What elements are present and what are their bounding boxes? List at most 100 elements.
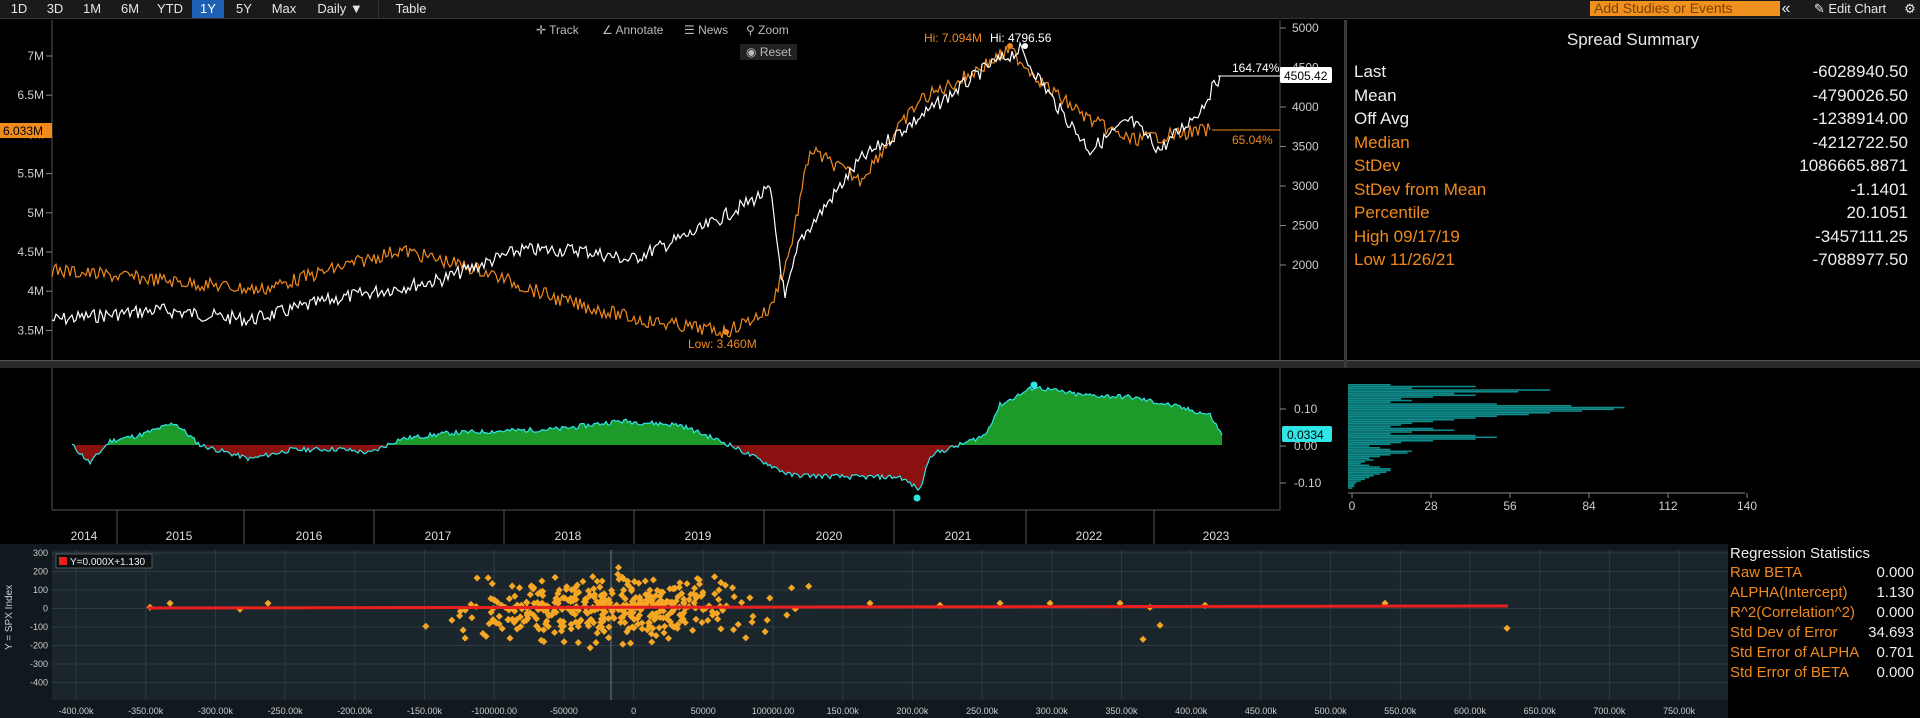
histogram-bar bbox=[1348, 426, 1391, 428]
year-label: 2019 bbox=[685, 529, 712, 543]
histogram-bar bbox=[1348, 415, 1497, 418]
period-1m-button[interactable]: 1M bbox=[74, 0, 110, 18]
histogram-bar bbox=[1348, 441, 1402, 444]
right-tick-label: 5000 bbox=[1292, 21, 1319, 35]
histogram-bar bbox=[1348, 429, 1455, 432]
scatter-plot-area bbox=[52, 550, 1728, 700]
scatter-x-tick: -100000.00 bbox=[471, 706, 517, 716]
zoom-button[interactable]: ⚲ Zoom bbox=[746, 22, 789, 38]
scatter-x-tick: 100000.00 bbox=[752, 706, 795, 716]
regression-label: Std Error of BETA bbox=[1730, 664, 1849, 681]
low-orange-label: Low: 3.460M bbox=[688, 337, 757, 351]
frequency-dropdown[interactable]: Daily ▼ bbox=[308, 0, 372, 18]
year-label: 2020 bbox=[816, 529, 843, 543]
hi-orange-marker bbox=[1007, 43, 1013, 49]
news-button[interactable]: ☰ News bbox=[684, 22, 728, 38]
summary-value: -3457111.25 bbox=[1815, 226, 1908, 246]
annotate-button[interactable]: ∠ Annotate bbox=[602, 22, 663, 38]
reset-button[interactable]: ◉ Reset bbox=[740, 44, 798, 60]
regression-statistics-panel: Regression Statistics Raw BETA 0.000 ALPHA… bbox=[1728, 544, 1920, 718]
summary-value: 1086665.8871 bbox=[1799, 156, 1908, 175]
regression-value: 0.701 bbox=[1876, 644, 1914, 661]
right-tick-label: 4000 bbox=[1292, 100, 1319, 114]
year-label: 2021 bbox=[945, 529, 972, 543]
year-label: 2017 bbox=[425, 529, 452, 543]
magnifier-icon: ⚲ bbox=[746, 23, 759, 37]
histogram-bar bbox=[1348, 471, 1387, 474]
pct-orange-label: 65.04% bbox=[1232, 133, 1273, 147]
gear-icon[interactable]: ⚙ bbox=[1902, 0, 1918, 18]
histogram-bar bbox=[1348, 406, 1625, 409]
collapse-icon[interactable]: « bbox=[1778, 0, 1794, 18]
regression-label: ALPHA(Intercept) bbox=[1730, 584, 1848, 601]
histogram-bar bbox=[1348, 476, 1370, 479]
legend-swatch bbox=[59, 557, 67, 565]
period-6m-button[interactable]: 6M bbox=[112, 0, 148, 18]
histogram-bar bbox=[1348, 396, 1434, 398]
histogram-bar bbox=[1348, 410, 1582, 412]
edit-chart-button[interactable]: ✎ Edit Chart bbox=[1800, 0, 1900, 18]
scatter-x-tick: -200.00k bbox=[337, 706, 373, 716]
histogram-bar bbox=[1348, 457, 1370, 460]
summary-row: Mean -4790026.50 bbox=[1354, 86, 1916, 109]
histogram-bar bbox=[1348, 478, 1365, 481]
pct-white-label: 164.74% bbox=[1232, 61, 1280, 75]
right-tick-label: 2000 bbox=[1292, 258, 1319, 272]
histogram-bar bbox=[1348, 468, 1391, 470]
histogram-bar bbox=[1348, 389, 1550, 391]
period-1y-button[interactable]: 1Y bbox=[192, 0, 224, 18]
scatter-y-tick: -300 bbox=[30, 659, 48, 669]
table-button[interactable]: Table bbox=[378, 0, 443, 18]
period-3d-button[interactable]: 3D bbox=[38, 0, 72, 18]
left-tick-label: 6.5M bbox=[17, 88, 44, 102]
histogram-bar bbox=[1348, 387, 1412, 390]
regression-row: Std Error of ALPHA 0.701 bbox=[1730, 644, 1918, 663]
histogram-bar bbox=[1348, 485, 1355, 488]
regression-value: 0.000 bbox=[1876, 604, 1914, 621]
histogram-bar bbox=[1348, 462, 1361, 465]
year-label: 2022 bbox=[1076, 529, 1103, 543]
spread-summary-title: Spread Summary bbox=[1566, 30, 1700, 49]
histogram-bar bbox=[1348, 469, 1391, 472]
histogram-bar bbox=[1348, 433, 1391, 435]
histogram-bar bbox=[1348, 443, 1391, 446]
main-chart-panel: 7M6.5M6M5.5M5M4.5M4M3.5M 500045004000350… bbox=[0, 20, 1346, 360]
histogram-bar bbox=[1348, 454, 1391, 456]
period-1d-button[interactable]: 1D bbox=[2, 0, 36, 18]
regression-label: R^2(Correlation^2) bbox=[1730, 604, 1855, 621]
scatter-x-tick: -250.00k bbox=[268, 706, 304, 716]
regression-value: 0.000 bbox=[1876, 664, 1914, 681]
histogram-bar bbox=[1348, 408, 1614, 411]
track-button[interactable]: ✛ Track bbox=[536, 22, 579, 38]
period-5y-button[interactable]: 5Y bbox=[226, 0, 262, 18]
spread-tick-label: -0.10 bbox=[1294, 476, 1322, 490]
histogram-bar bbox=[1348, 384, 1391, 386]
histogram-bar bbox=[1348, 405, 1572, 407]
regression-label: Std Dev of Error bbox=[1730, 624, 1838, 641]
scatter-legend-text: Y=0.000X+1.130 bbox=[70, 557, 146, 568]
summary-row: Off Avg -1238914.00 bbox=[1354, 109, 1916, 132]
hi-white-label: Hi: 4796.56 bbox=[990, 31, 1052, 45]
scatter-y-tick: 300 bbox=[33, 548, 48, 558]
summary-value: -4212722.50 bbox=[1812, 132, 1908, 152]
scatter-x-tick: 650.00k bbox=[1524, 706, 1557, 716]
summary-label: Median bbox=[1354, 132, 1410, 152]
histogram-bar bbox=[1348, 391, 1519, 393]
scatter-x-tick: 700.00k bbox=[1593, 706, 1626, 716]
regression-value: 1.130 bbox=[1876, 584, 1914, 601]
scatter-x-tick: 500.00k bbox=[1315, 706, 1348, 716]
add-studies-input[interactable] bbox=[1590, 1, 1780, 16]
regression-value: 0.000 bbox=[1876, 564, 1914, 581]
scatter-x-tick: -300.00k bbox=[198, 706, 234, 716]
edit-chart-label: Edit Chart bbox=[1828, 1, 1887, 16]
scatter-x-tick: -350.00k bbox=[128, 706, 164, 716]
scatter-x-tick: 200.00k bbox=[896, 706, 929, 716]
summary-label: StDev from Mean bbox=[1354, 179, 1487, 199]
hist-tick-label: 112 bbox=[1658, 499, 1677, 513]
histogram-bar bbox=[1348, 455, 1380, 458]
histogram-bar bbox=[1348, 483, 1355, 486]
histogram-bar bbox=[1348, 487, 1353, 489]
period-max-button[interactable]: Max bbox=[264, 0, 304, 18]
period-ytd-button[interactable]: YTD bbox=[150, 0, 190, 18]
left-tick-label: 7M bbox=[27, 49, 44, 63]
